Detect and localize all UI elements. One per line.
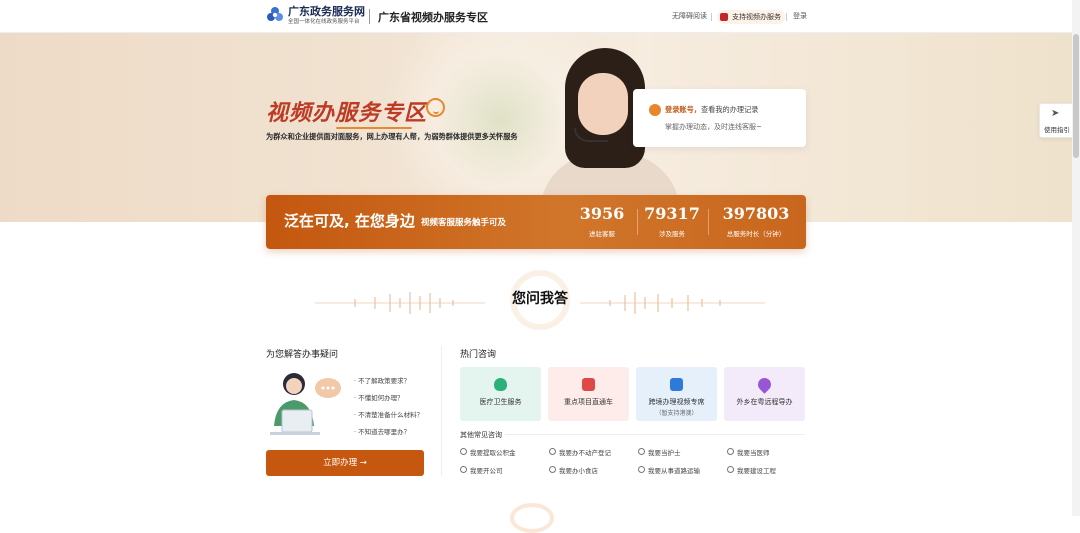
hero-subtitle: 为群众和企业提供面对面服务，网上办理有人帮，为弱势群体提供更多关怀服务 bbox=[266, 132, 518, 141]
accessibility-link[interactable]: 无障碍阅读 bbox=[672, 12, 707, 21]
consult-option[interactable]: 我要建设工程 bbox=[727, 465, 776, 475]
login-prompt-detail: 掌握办理动态，及时连线客服~ bbox=[665, 123, 762, 131]
stat-label-minutes: 总服务时长（分钟） bbox=[726, 230, 786, 238]
login-account-link[interactable]: 登录账号， bbox=[665, 105, 701, 114]
sound-wave-right bbox=[580, 292, 765, 314]
section-divider bbox=[441, 346, 442, 476]
page-scrollbar[interactable] bbox=[1072, 0, 1080, 516]
agent-illustration-face bbox=[578, 73, 628, 135]
login-prompt: 登录账号，查看我的办理记录 bbox=[665, 105, 758, 115]
project-book-icon bbox=[582, 378, 595, 391]
consult-option[interactable]: 我要当医师 bbox=[727, 447, 770, 457]
stats-tagline: 视频客服服务触手可及 bbox=[421, 218, 507, 228]
site-logo-icon[interactable] bbox=[266, 6, 284, 24]
qa-section-title: 您问我答 bbox=[512, 291, 568, 307]
faq-question: · 不了解政策要求？ bbox=[354, 377, 411, 385]
crossborder-document-icon bbox=[670, 378, 683, 391]
next-section-decoration bbox=[510, 503, 554, 533]
consult-option[interactable]: 我要办不动产登记 bbox=[549, 447, 611, 457]
scrollbar-thumb[interactable] bbox=[1073, 34, 1079, 158]
stat-label-services: 涉及服务 bbox=[659, 230, 685, 238]
sound-wave-left bbox=[315, 292, 485, 314]
hot-card-crossborder[interactable]: 跨境办理视频专席 （暂支持港澳） bbox=[636, 367, 717, 421]
login-prompt-rest: 查看我的办理记录 bbox=[700, 105, 759, 114]
faq-question: · 不清楚准备什么材料？ bbox=[354, 411, 424, 419]
site-name[interactable]: 广东政务服务网 bbox=[288, 6, 365, 18]
consult-option[interactable]: 我要开公司 bbox=[460, 465, 503, 475]
hot-card-title: 重点项目直通车 bbox=[564, 398, 613, 406]
medical-shield-icon bbox=[494, 378, 507, 391]
hot-card-key-projects[interactable]: 重点项目直通车 bbox=[548, 367, 629, 421]
stat-value-agents: 3956 bbox=[579, 204, 625, 223]
usage-guide-button[interactable]: ➤ 使用指引 bbox=[1039, 103, 1073, 138]
header-link-separator bbox=[786, 13, 787, 21]
site-tagline: 全国一体化在线政务服务平台 bbox=[288, 19, 360, 25]
login-link[interactable]: 登录 bbox=[793, 12, 807, 21]
hot-card-medical[interactable]: 医疗卫生服务 bbox=[460, 367, 541, 421]
support-agent-illustration bbox=[270, 373, 341, 435]
top-header: 广东政务服务网 全国一体化在线政务服务平台 广东省视频办服务专区 无障碍阅读 支… bbox=[0, 0, 1080, 33]
header-divider bbox=[369, 9, 370, 24]
consult-option[interactable]: 我要当护士 bbox=[638, 447, 681, 457]
start-now-button[interactable]: 立即办理 → bbox=[266, 450, 424, 476]
zone-title: 广东省视频办服务专区 bbox=[378, 11, 488, 24]
user-avatar-icon bbox=[649, 104, 661, 116]
hot-card-title: 外乡在粤远程导办 bbox=[736, 398, 793, 406]
hero-banner: 视频办服务专区 为群众和企业提供面对面服务，网上办理有人帮，为弱势群体提供更多关… bbox=[0, 33, 1072, 222]
header-link-separator bbox=[711, 13, 712, 21]
usage-guide-label: 使用指引 bbox=[1044, 126, 1070, 134]
other-consult-divider bbox=[505, 434, 805, 435]
hero-title: 视频办服务专区 bbox=[266, 101, 428, 126]
consult-option[interactable]: 我要提取公积金 bbox=[460, 447, 516, 457]
video-support-button[interactable]: 支持视频办服务 bbox=[717, 10, 785, 24]
faq-heading: 为您解答办事疑问 bbox=[266, 350, 339, 360]
stat-value-services: 79317 bbox=[644, 204, 700, 223]
hot-card-title: 医疗卫生服务 bbox=[479, 398, 522, 406]
consult-option[interactable]: 我要从事道路运输 bbox=[638, 465, 700, 475]
send-arrow-icon: ➤ bbox=[1051, 108, 1060, 119]
stats-slogan: 泛在可及, 在您身边 bbox=[284, 212, 415, 230]
hero-underline bbox=[336, 127, 412, 129]
stat-label-agents: 进驻客服 bbox=[589, 230, 615, 238]
stat-value-minutes: 397803 bbox=[722, 204, 790, 223]
hot-consult-heading: 热门咨询 bbox=[460, 350, 497, 360]
faq-question: · 不知道去哪里办？ bbox=[354, 428, 411, 436]
hot-card-subtitle: （暂支持港澳） bbox=[655, 410, 698, 417]
faq-question: · 不懂如何办理？ bbox=[354, 394, 404, 402]
other-consult-heading: 其他常见咨询 bbox=[460, 431, 502, 439]
stat-separator bbox=[637, 209, 638, 235]
stats-bar: 泛在可及, 在您身边 视频客服服务触手可及 3956 进驻客服 79317 涉及… bbox=[266, 195, 806, 249]
video-support-label: 支持视频办服务 bbox=[732, 13, 781, 21]
smile-icon bbox=[426, 98, 445, 117]
stat-separator bbox=[708, 209, 709, 235]
banner-plant-decoration bbox=[440, 43, 560, 193]
hot-card-remote-guide[interactable]: 外乡在粤远程导办 bbox=[724, 367, 805, 421]
hot-card-title: 跨境办理视频专席 bbox=[648, 398, 705, 406]
shield-icon bbox=[720, 13, 728, 21]
login-card[interactable]: 登录账号，查看我的办理记录 掌握办理动态，及时连线客服~ bbox=[633, 89, 806, 147]
location-pin-icon bbox=[755, 375, 774, 394]
consult-option[interactable]: 我要办小食店 bbox=[549, 465, 598, 475]
